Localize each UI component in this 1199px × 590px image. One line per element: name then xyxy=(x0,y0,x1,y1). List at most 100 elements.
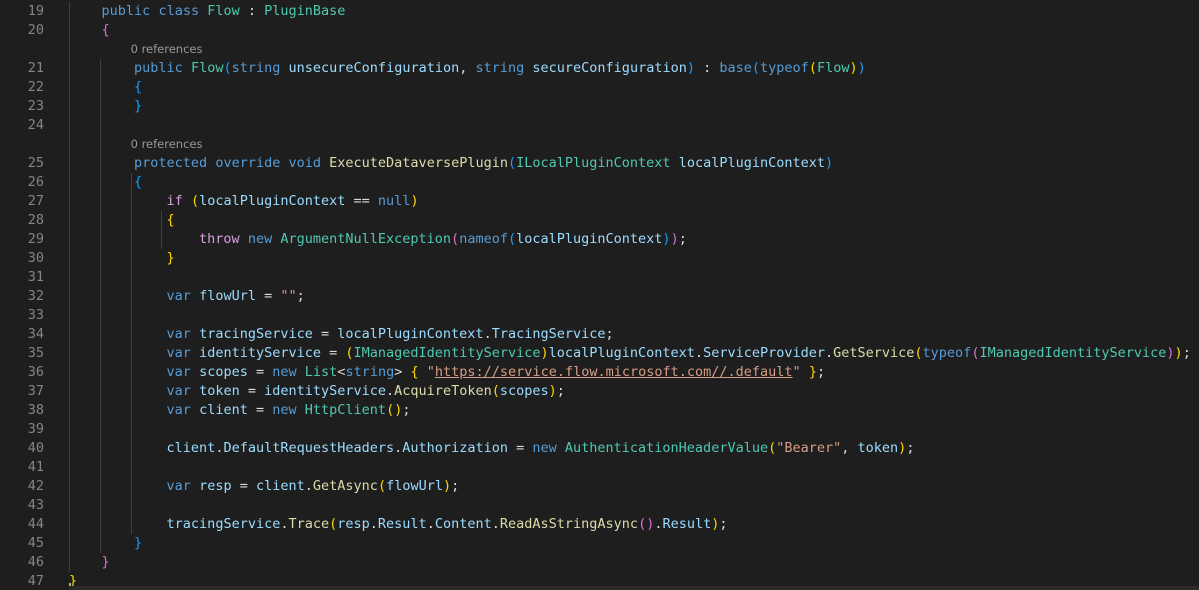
code-text[interactable]: { xyxy=(69,173,142,192)
code-token: ) xyxy=(540,345,549,361)
code-text[interactable]: throw new ArgumentNullException(nameof(l… xyxy=(69,230,687,249)
code-text[interactable]: var token = identityService.AcquireToken… xyxy=(69,382,565,401)
code-token: new xyxy=(272,364,297,380)
code-line[interactable]: 23 } xyxy=(0,97,1199,116)
code-token: ) xyxy=(686,60,695,76)
line-number[interactable]: 39 xyxy=(0,420,44,439)
code-text[interactable]: if (localPluginContext == null) xyxy=(69,192,419,211)
code-line[interactable]: 21 public Flow(string unsecureConfigurat… xyxy=(0,59,1199,78)
code-text[interactable]: var resp = client.GetAsync(flowUrl); xyxy=(69,477,460,496)
line-number[interactable]: 42 xyxy=(0,477,44,496)
code-text[interactable]: var tracingService = localPluginContext.… xyxy=(69,325,614,344)
code-token: ) xyxy=(857,60,866,76)
code-text[interactable]: } xyxy=(69,249,175,268)
line-number[interactable]: 23 xyxy=(0,97,44,116)
code-token: var xyxy=(166,326,191,342)
line-number[interactable]: 47 xyxy=(0,572,44,590)
code-token: string xyxy=(231,60,281,76)
code-line[interactable]: 44 tracingService.Trace(resp.Result.Cont… xyxy=(0,515,1199,534)
line-number[interactable]: 44 xyxy=(0,515,44,534)
line-number[interactable]: 20 xyxy=(0,21,44,40)
line-number[interactable]: 26 xyxy=(0,173,44,192)
line-number[interactable]: 37 xyxy=(0,382,44,401)
line-number[interactable]: 38 xyxy=(0,401,44,420)
code-line[interactable]: 27 if (localPluginContext == null) xyxy=(0,192,1199,211)
code-text[interactable]: { xyxy=(69,211,175,230)
line-number[interactable]: 43 xyxy=(0,496,44,515)
line-number[interactable]: 46 xyxy=(0,553,44,572)
line-number[interactable]: 30 xyxy=(0,249,44,268)
code-token: string xyxy=(475,60,525,76)
code-token: Authorization xyxy=(402,440,508,456)
code-text[interactable]: } xyxy=(69,534,142,553)
line-number[interactable]: 22 xyxy=(0,78,44,97)
code-text[interactable]: public Flow(string unsecureConfiguration… xyxy=(69,59,866,78)
line-number[interactable]: 45 xyxy=(0,534,44,553)
line-number[interactable]: 29 xyxy=(0,230,44,249)
code-line[interactable]: 38 var client = new HttpClient(); xyxy=(0,401,1199,420)
code-line[interactable]: 34 var tracingService = localPluginConte… xyxy=(0,325,1199,344)
line-number[interactable]: 40 xyxy=(0,439,44,458)
code-token: flowUrl xyxy=(199,288,256,304)
codelens-references-execute-plugin[interactable]: 0 references xyxy=(131,136,203,153)
code-text[interactable]: } xyxy=(69,97,142,116)
code-token: } xyxy=(101,554,110,570)
line-number[interactable]: 24 xyxy=(0,116,44,135)
code-line[interactable]: 35 var identityService = (IManagedIdenti… xyxy=(0,344,1199,363)
code-line[interactable]: 45 } xyxy=(0,534,1199,553)
code-line[interactable]: 41 xyxy=(0,458,1199,477)
code-line[interactable]: 28 { xyxy=(0,211,1199,230)
code-line[interactable]: 40 client.DefaultRequestHeaders.Authoriz… xyxy=(0,439,1199,458)
line-number[interactable]: 34 xyxy=(0,325,44,344)
code-text[interactable]: var client = new HttpClient(); xyxy=(69,401,411,420)
code-line[interactable]: 43 xyxy=(0,496,1199,515)
code-line[interactable]: 32 var flowUrl = ""; xyxy=(0,287,1199,306)
code-line[interactable]: 26 { xyxy=(0,173,1199,192)
line-number[interactable]: 33 xyxy=(0,306,44,325)
code-line[interactable]: 25 protected override void ExecuteDatave… xyxy=(0,154,1199,173)
code-editor[interactable]: 19 public class Flow : PluginBase 20 {21 … xyxy=(0,0,1199,590)
code-line[interactable]: 37 var token = identityService.AcquireTo… xyxy=(0,382,1199,401)
code-text[interactable]: var identityService = (IManagedIdentityS… xyxy=(69,344,1191,363)
code-line[interactable]: 30 } xyxy=(0,249,1199,268)
code-line[interactable]: 39 xyxy=(0,420,1199,439)
horizontal-scrollbar[interactable] xyxy=(69,586,1199,590)
line-number[interactable]: 41 xyxy=(0,458,44,477)
code-text[interactable]: tracingService.Trace(resp.Result.Content… xyxy=(69,515,728,534)
code-line[interactable]: 31 xyxy=(0,268,1199,287)
line-number[interactable]: 31 xyxy=(0,268,44,287)
code-line[interactable]: 42 var resp = client.GetAsync(flowUrl); xyxy=(0,477,1199,496)
code-line[interactable]: 24 xyxy=(0,116,1199,135)
line-number[interactable]: 36 xyxy=(0,363,44,382)
code-line[interactable]: 33 xyxy=(0,306,1199,325)
code-token: ) xyxy=(1166,345,1175,361)
code-token: protected xyxy=(134,155,208,171)
code-line[interactable]: 36 var scopes = new List<string> { "http… xyxy=(0,363,1199,382)
line-number[interactable]: 19 xyxy=(0,2,44,21)
line-number[interactable]: 27 xyxy=(0,192,44,211)
code-line[interactable]: 20 { xyxy=(0,21,1199,40)
code-line[interactable]: 46 } xyxy=(0,553,1199,572)
code-line[interactable]: 29 throw new ArgumentNullException(nameo… xyxy=(0,230,1199,249)
line-number[interactable]: 35 xyxy=(0,344,44,363)
code-token: "Bearer" xyxy=(776,440,842,456)
code-text[interactable]: { xyxy=(69,78,142,97)
code-text[interactable]: protected override void ExecuteDataverse… xyxy=(69,154,833,173)
code-text[interactable]: var scopes = new List<string> { "https:/… xyxy=(69,363,826,382)
line-number[interactable]: 25 xyxy=(0,154,44,173)
line-number[interactable]: 32 xyxy=(0,287,44,306)
code-text[interactable]: var flowUrl = ""; xyxy=(69,287,305,306)
line-number[interactable]: 21 xyxy=(0,59,44,78)
code-text[interactable]: client.DefaultRequestHeaders.Authorizati… xyxy=(69,439,915,458)
code-line[interactable]: 19 public class Flow : PluginBase xyxy=(0,2,1199,21)
line-number[interactable]: 28 xyxy=(0,211,44,230)
code-line[interactable]: 22 { xyxy=(0,78,1199,97)
code-text[interactable]: public class Flow : PluginBase xyxy=(69,2,346,21)
code-text[interactable]: } xyxy=(69,553,110,572)
code-token: null xyxy=(377,193,411,209)
code-text[interactable]: { xyxy=(69,21,110,40)
codelens-references-flow-constructor[interactable]: 0 references xyxy=(131,41,203,58)
code-token: ) xyxy=(662,231,671,247)
